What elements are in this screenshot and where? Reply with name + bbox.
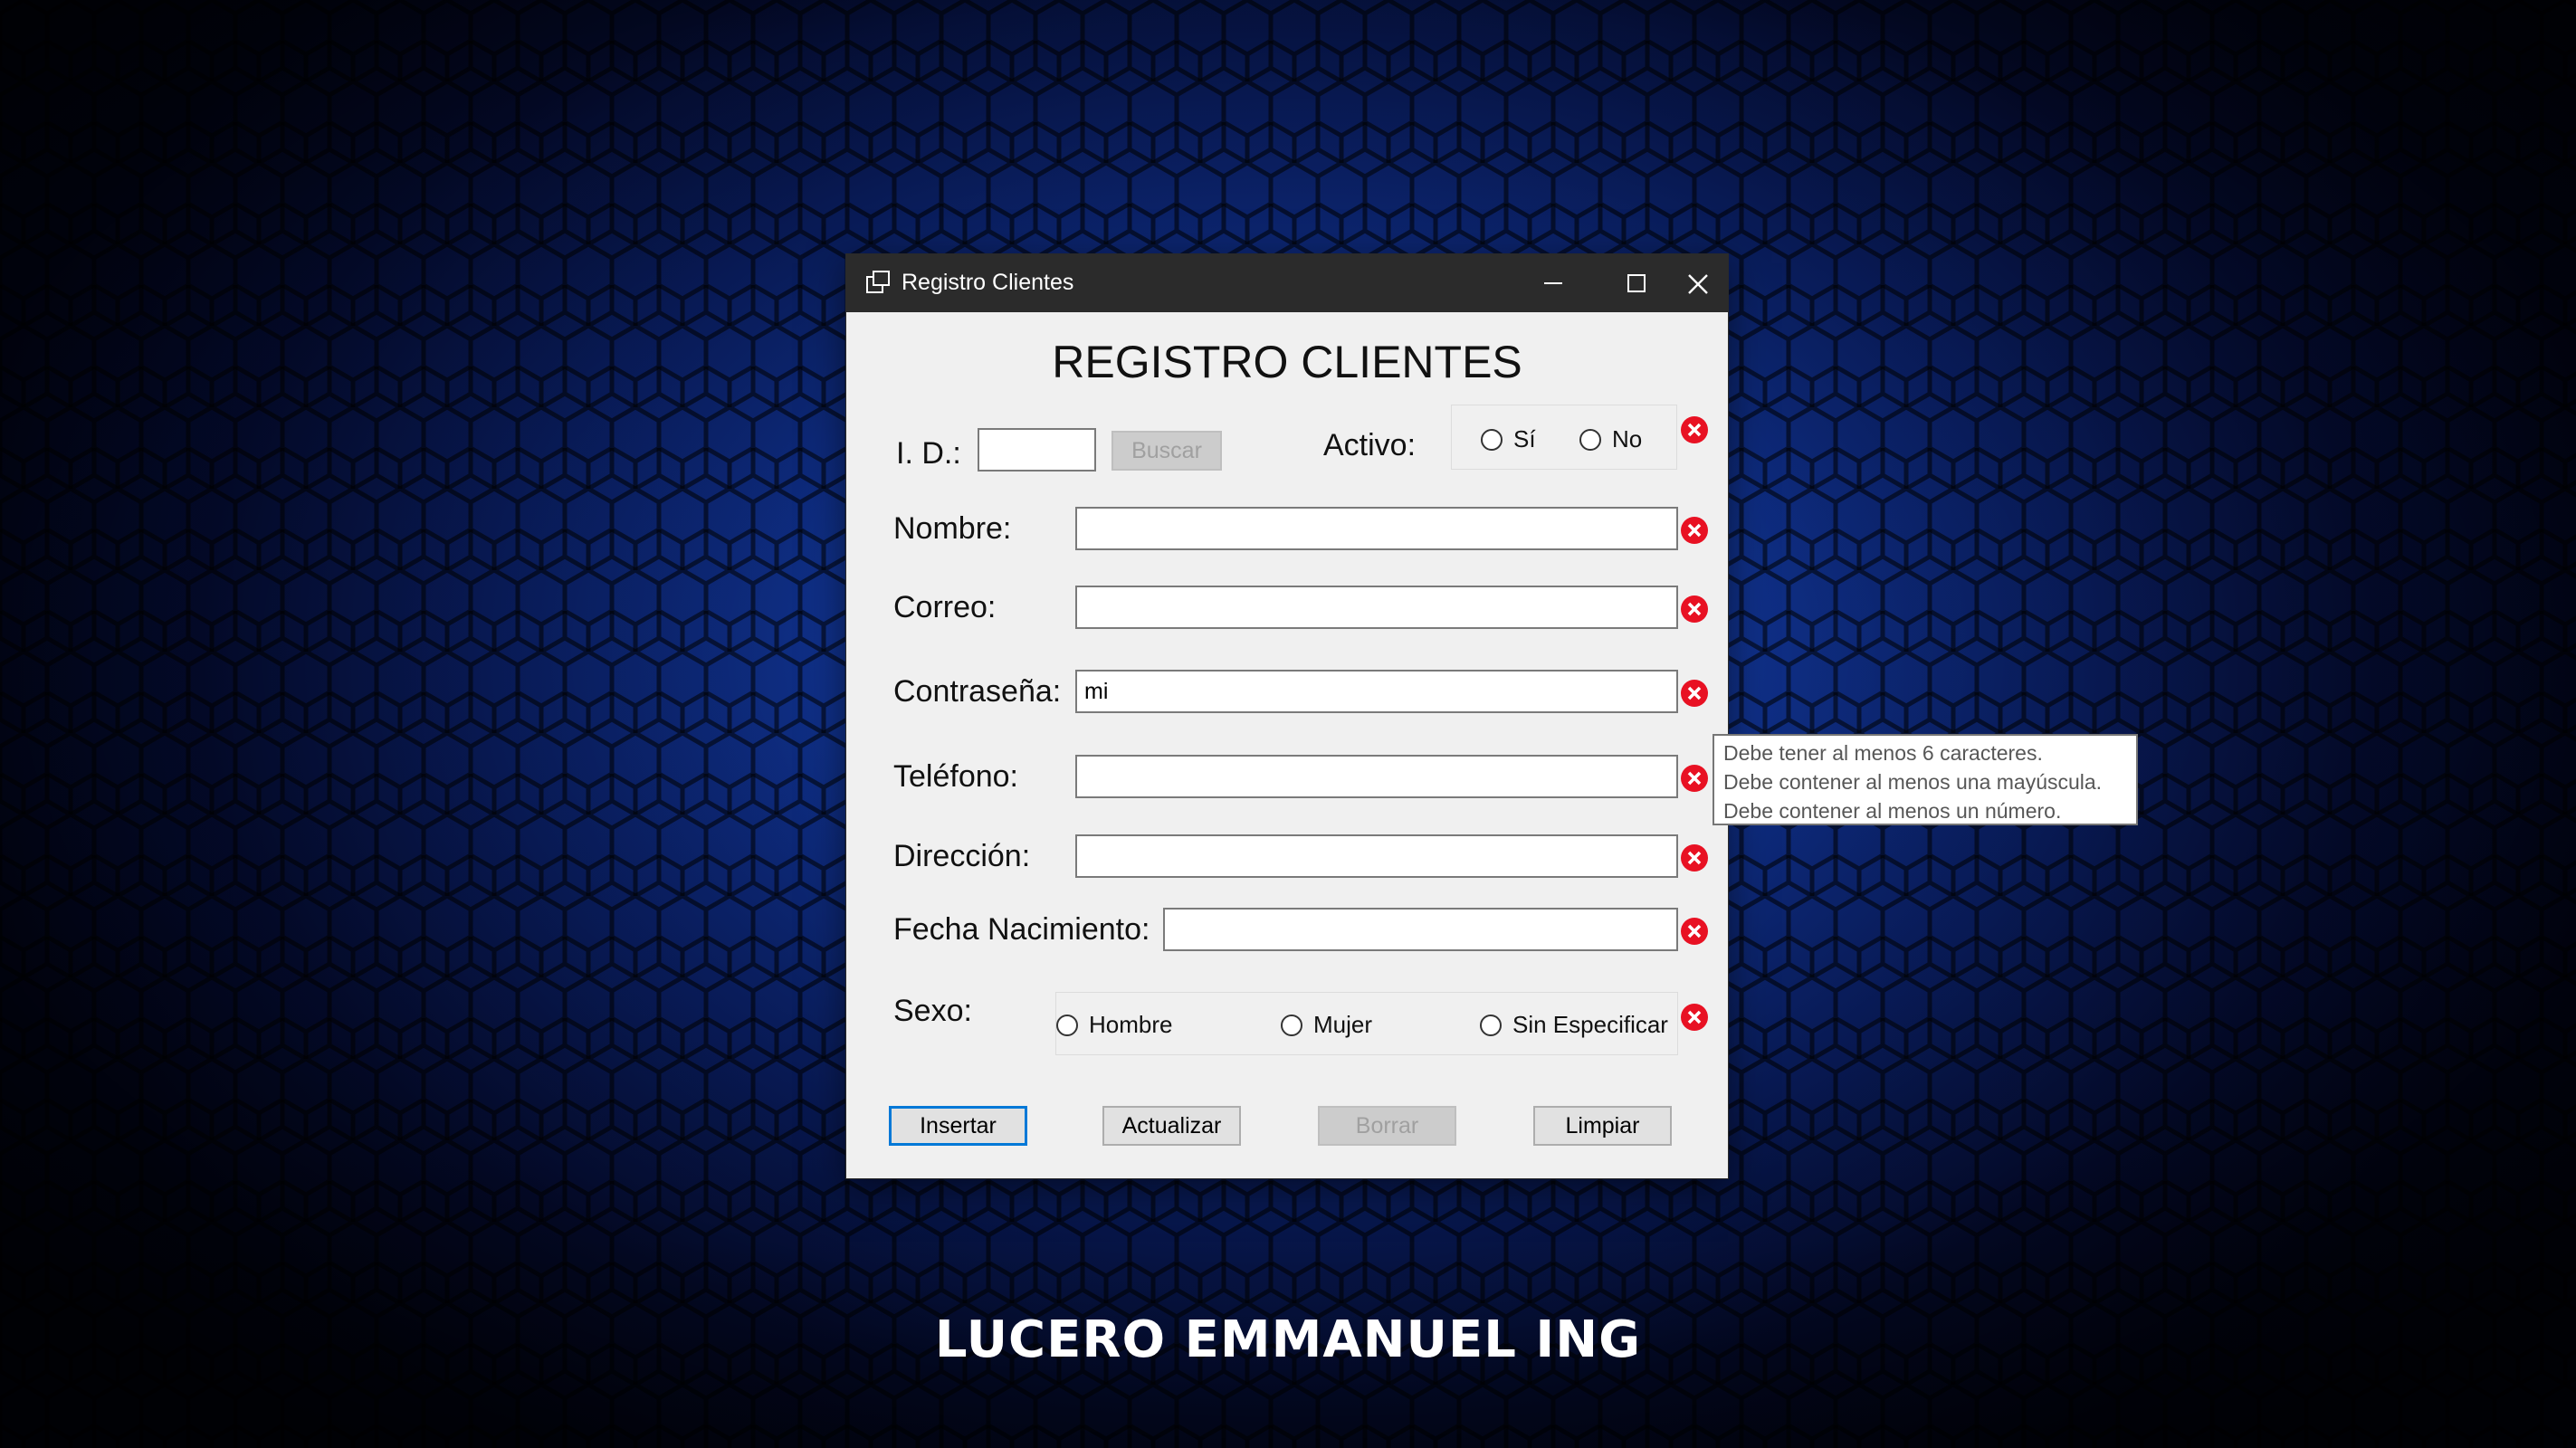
- error-icon: [1681, 517, 1708, 544]
- error-icon: [1681, 595, 1708, 623]
- form-window-icon: [864, 269, 892, 300]
- sexo-hombre-label: Hombre: [1089, 1011, 1173, 1038]
- fecha-nacimiento-input[interactable]: [1163, 908, 1678, 951]
- telefono-input[interactable]: [1075, 755, 1678, 798]
- activo-label: Activo:: [1323, 428, 1417, 462]
- activo-no-radio[interactable]: No: [1579, 425, 1642, 453]
- direccion-label: Dirección:: [893, 839, 1031, 873]
- close-button[interactable]: [1683, 254, 1728, 312]
- sexo-mujer-radio[interactable]: Mujer: [1281, 1011, 1372, 1039]
- activo-group: Sí No: [1451, 405, 1677, 470]
- tooltip-line: Debe contener al menos un número.: [1723, 799, 2062, 823]
- minimize-button[interactable]: [1512, 254, 1594, 312]
- activo-si-label: Sí: [1513, 425, 1536, 452]
- id-input[interactable]: [978, 428, 1096, 472]
- maximize-button[interactable]: [1596, 254, 1677, 312]
- borrar-button[interactable]: Borrar: [1318, 1106, 1456, 1146]
- correo-label: Correo:: [893, 590, 997, 624]
- limpiar-button[interactable]: Limpiar: [1533, 1106, 1672, 1146]
- contrasena-input[interactable]: [1075, 670, 1678, 713]
- sexo-hombre-radio[interactable]: Hombre: [1056, 1011, 1172, 1039]
- sexo-sin-especificar-label: Sin Especificar: [1512, 1011, 1668, 1038]
- radio-circle: [1480, 1014, 1502, 1036]
- error-icon: [1681, 1004, 1708, 1031]
- correo-input[interactable]: [1075, 586, 1678, 629]
- radio-circle: [1056, 1014, 1078, 1036]
- branding-text: LUCERO EMMANUEL ING: [934, 1310, 1642, 1369]
- sexo-group: Hombre Mujer Sin Especificar: [1055, 992, 1678, 1055]
- radio-circle: [1281, 1014, 1302, 1036]
- buscar-button[interactable]: Buscar: [1111, 431, 1222, 471]
- contrasena-label: Contraseña:: [893, 674, 1062, 709]
- nombre-input[interactable]: [1075, 507, 1678, 550]
- nombre-label: Nombre:: [893, 511, 1012, 546]
- radio-circle: [1481, 428, 1503, 451]
- error-icon: [1681, 416, 1708, 443]
- radio-circle: [1579, 428, 1601, 451]
- direccion-input[interactable]: [1075, 834, 1678, 878]
- close-icon: [1688, 274, 1708, 294]
- error-icon: [1681, 765, 1708, 792]
- insertar-button[interactable]: Insertar: [889, 1106, 1027, 1146]
- activo-si-radio[interactable]: Sí: [1481, 425, 1536, 453]
- maximize-icon: [1627, 274, 1646, 292]
- error-icon: [1681, 680, 1708, 707]
- error-icon: [1681, 844, 1708, 872]
- window-title: Registro Clientes: [902, 270, 1074, 295]
- minimize-icon: [1544, 282, 1562, 284]
- form-title: REGISTRO CLIENTES: [1052, 337, 1522, 387]
- activo-no-label: No: [1612, 425, 1643, 452]
- sexo-label: Sexo:: [893, 994, 972, 1028]
- sexo-mujer-label: Mujer: [1313, 1011, 1373, 1038]
- title-bar[interactable]: Registro Clientes: [846, 254, 1728, 312]
- tooltip-line: Debe tener al menos 6 caracteres.: [1723, 741, 2043, 765]
- id-label: I. D.:: [896, 436, 961, 471]
- sexo-sin-especificar-radio[interactable]: Sin Especificar: [1480, 1011, 1668, 1039]
- tooltip-line: Debe contener al menos una mayúscula.: [1723, 770, 2103, 794]
- error-icon: [1681, 918, 1708, 945]
- registro-clientes-window: Registro Clientes REGISTRO CLIENTES I. D…: [846, 254, 1728, 1178]
- telefono-label: Teléfono:: [893, 759, 1018, 794]
- password-validation-tooltip: Debe tener al menos 6 caracteres. Debe c…: [1713, 734, 2138, 825]
- actualizar-button[interactable]: Actualizar: [1102, 1106, 1241, 1146]
- fecha-label: Fecha Nacimiento:: [893, 912, 1150, 947]
